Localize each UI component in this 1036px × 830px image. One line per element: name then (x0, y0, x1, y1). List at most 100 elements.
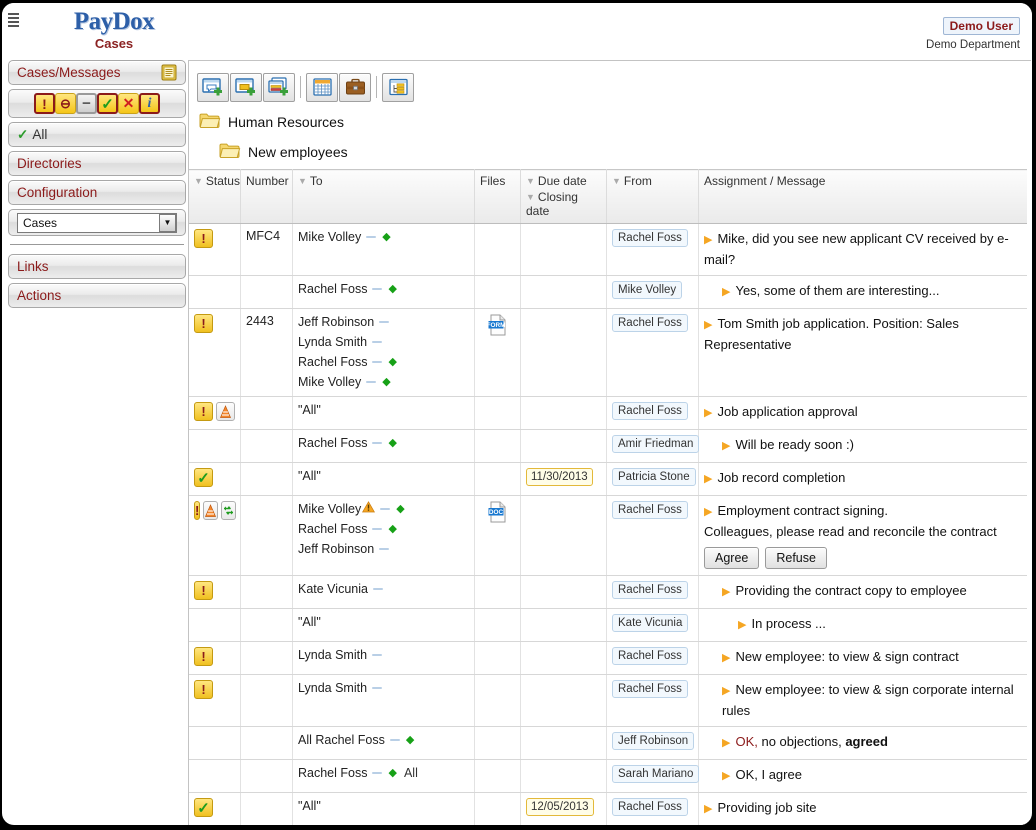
col-message[interactable]: Assignment / Message (698, 169, 1027, 224)
sidebar-item-configuration[interactable]: Configuration (8, 180, 186, 205)
cell-status: ! (189, 396, 241, 430)
filter-minus-icon[interactable]: − (76, 93, 97, 114)
col-files[interactable]: Files (474, 169, 521, 224)
new-case-button[interactable] (230, 72, 262, 102)
status-check-icon[interactable]: ✓ (194, 468, 213, 487)
status-exclamation-icon[interactable]: ! (194, 680, 213, 699)
status-exclamation-icon[interactable]: ! (194, 647, 213, 666)
table-row[interactable]: ! "All" Rachel Foss ▶ Job application approv… (189, 396, 1027, 430)
table-row[interactable]: ! Lynda Smith Rachel Foss ▶ New employee: to… (189, 674, 1027, 727)
from-chip[interactable]: Rachel Foss (612, 402, 688, 420)
sidebar-item-all[interactable]: ✓ All (8, 122, 186, 147)
recipient-login[interactable] (372, 361, 383, 363)
from-chip[interactable]: Amir Friedman (612, 435, 700, 453)
table-row[interactable]: ! MFC4 Mike Volley ◆ Rachel Foss ▶ Mike, did y… (189, 223, 1027, 276)
table-row[interactable]: Rachel Foss ◆ All Sarah Mariano ▶ OK, I agree (189, 759, 1027, 793)
breadcrumb-level-1[interactable]: Human Resources (189, 107, 1031, 137)
status-cone-icon[interactable] (203, 501, 219, 520)
from-chip[interactable]: Rachel Foss (612, 798, 688, 816)
table-row[interactable]: ! Kate Vicunia Rachel Foss ▶ Providing the c… (189, 575, 1027, 609)
recipient-login[interactable] (372, 654, 383, 656)
recipient-login[interactable] (379, 548, 390, 550)
new-message-button[interactable] (197, 72, 229, 102)
sidebar-label-all: All (32, 127, 48, 142)
recipient-login[interactable] (366, 381, 377, 383)
cell-due (520, 275, 607, 309)
from-chip[interactable]: Jeff Robinson (612, 732, 695, 750)
hamburger-icon[interactable] (8, 13, 19, 27)
table-row[interactable]: ! Lynda Smith Rachel Foss ▶ New employee: to… (189, 641, 1027, 675)
table-row[interactable]: ! 2443 Jeff Robinson Lynda Smith Rachel Foss… (189, 308, 1027, 397)
sidebar-item-actions[interactable]: Actions (8, 283, 186, 308)
status-sync-icon[interactable] (221, 501, 237, 520)
filter-exclamation-icon[interactable]: ! (34, 93, 55, 114)
table-row[interactable]: Rachel Foss ◆ Amir Friedman ▶ Will be ready … (189, 429, 1027, 463)
cell-to: Rachel Foss ◆ (292, 429, 475, 463)
recipient-login[interactable] (372, 288, 383, 290)
col-number[interactable]: Number (240, 169, 293, 224)
status-check-icon[interactable]: ✓ (194, 798, 213, 817)
col-to[interactable]: ▼ To (292, 169, 475, 224)
from-chip[interactable]: Kate Vicunia (612, 614, 689, 632)
table-row[interactable]: ✓ "All" 12/05/2013 Rachel Foss ▶ Providing jo… (189, 792, 1027, 825)
sidebar-item-cases-messages[interactable]: Cases/Messages (8, 60, 186, 85)
module-select[interactable]: Cases ▼ (17, 212, 177, 233)
sidebar-item-directories[interactable]: Directories (8, 151, 186, 176)
sidebar-item-links[interactable]: Links (8, 254, 186, 279)
recipient-login[interactable] (389, 739, 400, 741)
cell-to: Jeff Robinson Lynda Smith Rachel Foss ◆ Mike… (292, 308, 475, 397)
recipient-login[interactable] (372, 528, 383, 530)
file-doc-icon[interactable]: DOC (488, 501, 508, 523)
filter-check-icon[interactable]: ✓ (97, 93, 118, 114)
chevron-down-icon[interactable]: ▼ (159, 213, 176, 232)
col-from[interactable]: ▼ From (606, 169, 699, 224)
from-chip[interactable]: Rachel Foss (612, 680, 688, 698)
table-row[interactable]: All Rachel Foss ◆ Jeff Robinson ▶ OK, no obj… (189, 726, 1027, 760)
recipient-login[interactable] (372, 588, 383, 590)
recipient-login[interactable] (366, 236, 377, 238)
user-name[interactable]: Demo User (942, 17, 1020, 35)
from-chip[interactable]: Rachel Foss (612, 501, 688, 519)
new-task-button[interactable] (263, 72, 295, 102)
briefcase-button[interactable] (339, 72, 371, 102)
table-row[interactable]: "All" Kate Vicunia ▶ In process ... (189, 608, 1027, 642)
from-chip[interactable]: Rachel Foss (612, 314, 688, 332)
recipient-login[interactable] (379, 321, 390, 323)
file-form-icon[interactable]: FORM (486, 314, 508, 336)
cell-message: ▶ Job record completion (698, 462, 1027, 496)
recipient-login[interactable] (380, 508, 391, 510)
from-chip[interactable]: Rachel Foss (612, 581, 688, 599)
from-chip[interactable]: Rachel Foss (612, 647, 688, 665)
status-exclamation-icon[interactable]: ! (194, 581, 213, 600)
cell-to: "All" (292, 396, 475, 430)
status-exclamation-icon[interactable]: ! (194, 501, 201, 520)
from-chip[interactable]: Patricia Stone (612, 468, 696, 486)
refuse-button[interactable]: Refuse (765, 547, 827, 569)
filter-info-icon[interactable]: i (139, 93, 160, 114)
filter-prohibited-icon[interactable]: ⊖ (55, 93, 76, 114)
status-cone-icon[interactable] (216, 402, 235, 421)
cell-due (520, 223, 607, 276)
status-exclamation-icon[interactable]: ! (194, 229, 213, 248)
filter-cross-icon[interactable]: ✕ (118, 93, 139, 114)
table-row[interactable]: ! Mike Volley ◆ Rachel Foss ◆ Jeff Robinson DO… (189, 495, 1027, 576)
table-row[interactable]: Rachel Foss ◆ Mike Volley ▶ Yes, some of the… (189, 275, 1027, 309)
from-chip[interactable]: Rachel Foss (612, 229, 688, 247)
recipient: Mike Volley ◆ (298, 229, 469, 245)
status-exclamation-icon[interactable]: ! (194, 314, 213, 333)
tree-view-button[interactable] (382, 72, 414, 102)
calendar-button[interactable] (306, 72, 338, 102)
from-chip[interactable]: Mike Volley (612, 281, 683, 299)
recipient-login[interactable] (372, 341, 383, 343)
recipient-login[interactable] (372, 772, 383, 774)
sort-icon-from: ▼ (612, 176, 621, 186)
recipient-login[interactable] (372, 687, 383, 689)
table-row[interactable]: ✓ "All" 11/30/2013 Patricia Stone ▶ Job recor… (189, 462, 1027, 496)
agree-button[interactable]: Agree (704, 547, 760, 569)
status-exclamation-icon[interactable]: ! (194, 402, 213, 421)
recipient-login[interactable] (372, 442, 383, 444)
col-due[interactable]: ▼ Due date ▼ Closing date (520, 169, 607, 224)
from-chip[interactable]: Sarah Mariano (612, 765, 700, 783)
breadcrumb-level-2[interactable]: New employees (189, 137, 1031, 167)
col-status[interactable]: ▼ Status (189, 169, 241, 224)
